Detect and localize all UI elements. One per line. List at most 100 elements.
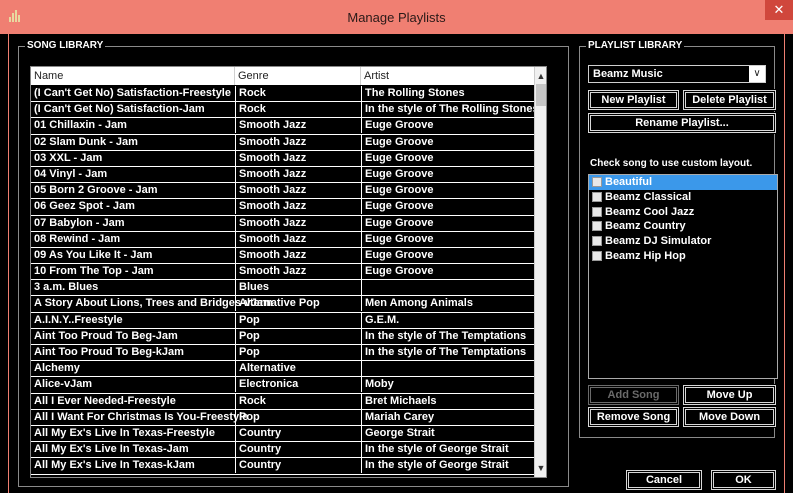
cell-genre: Smooth Jazz xyxy=(235,118,361,134)
table-row[interactable]: All I Ever Needed-Freestyle Rock Bret Mich… xyxy=(31,393,536,410)
move-down-button[interactable]: Move Down xyxy=(682,406,777,428)
table-row[interactable]: 10 From The Top - Jam Smooth Jazz Euge Gro… xyxy=(31,264,536,281)
cell-genre: Smooth Jazz xyxy=(235,166,361,182)
table-row[interactable]: 02 Slam Dunk - Jam Smooth Jazz Euge Groove xyxy=(31,134,536,151)
layout-checkbox[interactable] xyxy=(592,221,602,232)
table-row[interactable]: 08 Rewind - Jam Smooth Jazz Euge Groove xyxy=(31,231,536,248)
remove-song-button[interactable]: Remove Song xyxy=(587,406,680,428)
cell-genre: Rock xyxy=(235,102,361,118)
layout-item-label: Beamz Cool Jazz xyxy=(605,205,695,218)
cell-name: All I Want For Christmas Is You-Freestyl… xyxy=(34,410,249,423)
cell-name: 10 From The Top - Jam xyxy=(34,265,154,278)
scroll-thumb[interactable] xyxy=(536,84,546,106)
scroll-down-arrow-icon[interactable]: ▼ xyxy=(535,461,546,475)
cell-artist: Euge Groove xyxy=(361,134,536,150)
cell-name: Alice-vJam xyxy=(34,378,93,391)
table-row[interactable]: (I Can't Get No) Satisfaction-Jam Rock In … xyxy=(31,102,539,119)
cell-genre: Smooth Jazz xyxy=(235,231,361,247)
table-row[interactable]: Aint Too Proud To Beg-kJam Pop In the styl… xyxy=(31,345,536,362)
cell-artist: In the style of The Temptations xyxy=(361,345,536,360)
close-button[interactable]: ✕ xyxy=(765,0,793,20)
cell-name: Aint Too Proud To Beg-Jam xyxy=(34,329,178,342)
layout-item[interactable]: Beamz DJ Simulator xyxy=(589,234,777,249)
cell-genre: Smooth Jazz xyxy=(235,247,361,263)
cell-artist: Euge Groove xyxy=(361,118,536,134)
table-row[interactable]: Alice-vJam Electronica Moby xyxy=(31,377,536,394)
layout-list[interactable]: Beautiful Beamz Classical Beamz Cool Jazz B… xyxy=(588,174,778,379)
table-row[interactable]: A.I.N.Y..Freestyle Pop G.E.M. xyxy=(31,312,536,329)
layout-checkbox[interactable] xyxy=(592,250,602,261)
cell-genre: Alternative Pop xyxy=(235,296,361,312)
layout-item[interactable]: Beamz Hip Hop xyxy=(589,249,777,264)
layout-item-label: Beamz Country xyxy=(605,220,686,233)
cell-name: 04 Vinyl - Jam xyxy=(34,167,108,180)
cell-name: (I Can't Get No) Satisfaction-Freestyle xyxy=(34,87,231,99)
cell-artist: In the style of The Temptations xyxy=(361,328,536,344)
song-table[interactable]: Name Genre Artist (I Can't Get No) Satis… xyxy=(30,66,547,478)
cell-name: Aint Too Proud To Beg-kJam xyxy=(34,346,184,358)
layout-checkbox[interactable] xyxy=(592,236,602,247)
layout-item[interactable]: Beautiful xyxy=(589,175,777,190)
cell-name: 3 a.m. Blues xyxy=(34,281,99,294)
table-row[interactable]: 03 XXL - Jam Smooth Jazz Euge Groove xyxy=(31,150,536,167)
cell-genre: Pop xyxy=(235,312,361,328)
dialog-body: SONG LIBRARY PLAYLIST LIBRARY Name Genre… xyxy=(8,34,785,493)
cell-artist: In the style of George Strait xyxy=(361,458,536,474)
delete-playlist-button[interactable]: Delete Playlist xyxy=(682,89,777,111)
table-row[interactable]: Aint Too Proud To Beg-Jam Pop In the style… xyxy=(31,328,536,345)
playlist-select[interactable]: Beamz Music ∨ xyxy=(588,65,766,83)
ok-button[interactable]: OK xyxy=(710,469,777,491)
scroll-up-arrow-icon[interactable]: ▲ xyxy=(535,69,546,83)
table-row[interactable]: 06 Geez Spot - Jam Smooth Jazz Euge Groove xyxy=(31,199,536,216)
column-header-genre[interactable]: Genre xyxy=(235,67,361,85)
rename-playlist-button[interactable]: Rename Playlist... xyxy=(587,112,777,134)
cell-name: 05 Born 2 Groove - Jam xyxy=(34,184,158,197)
table-row[interactable]: 09 As You Like It - Jam Smooth Jazz Euge G… xyxy=(31,247,536,265)
cell-name: A Story About Lions, Trees and Bridges-v… xyxy=(34,297,273,310)
table-row[interactable]: All I Want For Christmas Is You-Freestyl… xyxy=(31,409,536,426)
table-row[interactable]: 07 Babylon - Jam Smooth Jazz Euge Groove xyxy=(31,215,536,232)
cell-genre: Electronica xyxy=(235,377,361,393)
add-song-button[interactable]: Add Song xyxy=(587,384,680,406)
table-row[interactable]: All My Ex's Live In Texas-kJam Country In … xyxy=(31,458,536,475)
table-row[interactable]: Alchemy Alternative xyxy=(31,361,536,378)
new-playlist-button[interactable]: New Playlist xyxy=(587,89,680,111)
cell-genre: Country xyxy=(235,442,361,458)
table-row[interactable]: 3 a.m. Blues Blues xyxy=(31,280,536,297)
cancel-button[interactable]: Cancel xyxy=(625,469,703,491)
table-row[interactable]: 01 Chillaxin - Jam Smooth Jazz Euge Groove xyxy=(31,118,536,135)
cell-name: All My Ex's Live In Texas-kJam xyxy=(34,459,195,472)
cell-name: 07 Babylon - Jam xyxy=(34,216,125,229)
window-title: Manage Playlists xyxy=(347,10,446,25)
layout-checkbox[interactable] xyxy=(592,191,602,202)
cell-name: 02 Slam Dunk - Jam xyxy=(34,135,138,148)
cell-genre: Pop xyxy=(235,328,361,344)
cell-genre: Pop xyxy=(235,345,361,360)
cell-artist: Euge Groove xyxy=(361,199,536,215)
column-header-artist[interactable]: Artist xyxy=(361,67,536,85)
playlist-library-label: PLAYLIST LIBRARY xyxy=(586,40,685,52)
column-header-name[interactable]: Name xyxy=(31,67,235,85)
table-row[interactable]: All My Ex's Live In Texas-Freestyle Count… xyxy=(31,425,536,443)
table-scrollbar[interactable]: ▲ ▼ xyxy=(534,67,546,477)
table-row[interactable]: 05 Born 2 Groove - Jam Smooth Jazz Euge Gr… xyxy=(31,183,536,200)
cell-genre: Rock xyxy=(235,86,361,101)
cell-name: All My Ex's Live In Texas-Jam xyxy=(34,443,189,456)
table-row[interactable]: (I Can't Get No) Satisfaction-Freestyle R… xyxy=(31,86,536,103)
table-row[interactable]: 04 Vinyl - Jam Smooth Jazz Euge Groove xyxy=(31,166,536,184)
table-row[interactable]: A Story About Lions, Trees and Bridges-v… xyxy=(31,296,536,313)
layout-checkbox[interactable] xyxy=(592,206,602,217)
layout-checkbox[interactable] xyxy=(592,177,602,187)
table-row[interactable]: All My Ex's Live In Texas-Jam Country In t… xyxy=(31,442,536,459)
layout-item[interactable]: Beamz Country xyxy=(589,219,777,234)
chevron-down-icon[interactable]: ∨ xyxy=(749,66,765,82)
layout-item[interactable]: Beamz Cool Jazz xyxy=(589,205,777,220)
layout-item[interactable]: Beamz Classical xyxy=(589,190,777,205)
cell-genre: Smooth Jazz xyxy=(235,199,361,215)
cell-genre: Smooth Jazz xyxy=(235,264,361,280)
move-up-button[interactable]: Move Up xyxy=(682,384,777,406)
playlist-select-value: Beamz Music xyxy=(593,68,663,80)
title-bar: Manage Playlists ✕ xyxy=(0,0,793,34)
cell-artist xyxy=(361,361,536,377)
cell-genre: Blues xyxy=(235,280,361,296)
